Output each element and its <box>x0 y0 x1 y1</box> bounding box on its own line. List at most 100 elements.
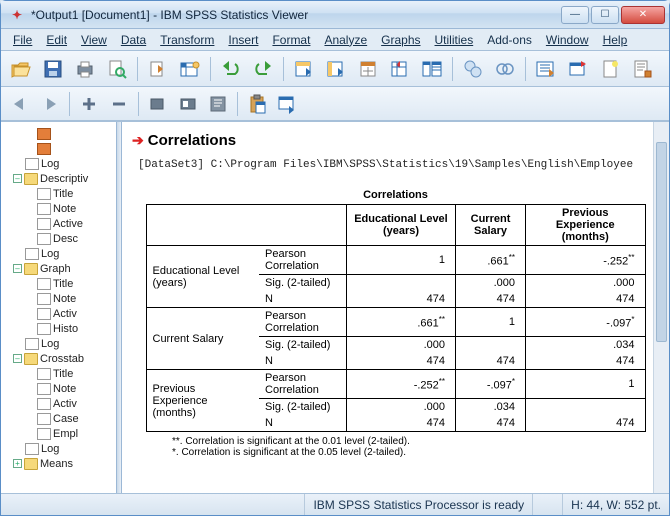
outline-label[interactable]: Activ <box>53 308 77 320</box>
export-button[interactable] <box>144 55 172 83</box>
maximize-button[interactable]: ☐ <box>591 6 619 24</box>
variables-button[interactable] <box>354 55 382 83</box>
arrow-right-icon: ➔ <box>132 132 144 148</box>
menu-format[interactable]: Format <box>266 31 316 49</box>
page-icon <box>37 398 51 410</box>
chart-icon <box>37 323 51 335</box>
app-window: ✦ *Output1 [Document1] - IBM SPSS Statis… <box>0 0 670 516</box>
cell: -.252** <box>526 246 645 275</box>
show-all-button[interactable] <box>532 55 560 83</box>
status-processor: IBM SPSS Statistics Processor is ready <box>304 494 532 515</box>
run-descriptives-button[interactable] <box>386 55 414 83</box>
cell: 474 <box>456 291 526 308</box>
page-icon <box>37 413 51 425</box>
new-button[interactable] <box>596 55 624 83</box>
row-var: Previous Experience (months) <box>146 370 259 432</box>
outline-label[interactable]: Empl <box>53 428 78 440</box>
close-button[interactable]: ✕ <box>621 6 665 24</box>
menu-view[interactable]: View <box>75 31 113 49</box>
outline-label[interactable]: Title <box>53 278 73 290</box>
folder-icon <box>24 353 38 365</box>
outline-label[interactable]: Note <box>53 293 76 305</box>
outline-label[interactable]: Activ <box>53 398 77 410</box>
collapse-button[interactable] <box>106 91 132 117</box>
print-button[interactable] <box>71 55 99 83</box>
outline-label[interactable]: Note <box>53 203 76 215</box>
menu-insert[interactable]: Insert <box>222 31 264 49</box>
outline-label[interactable]: Case <box>53 413 79 425</box>
dataset-path: [DataSet3] C:\Program Files\IBM\SPSS\Sta… <box>138 159 659 171</box>
menu-transform[interactable]: Transform <box>154 31 220 49</box>
outline-label[interactable]: Active <box>53 218 83 230</box>
menu-data[interactable]: Data <box>115 31 152 49</box>
stat-label: N <box>259 291 346 308</box>
outline-label[interactable]: Means <box>40 458 73 470</box>
outline-label[interactable]: Histo <box>53 323 78 335</box>
outline-pane[interactable]: Log – Descriptiv Title Note Active Desc L… <box>1 122 117 493</box>
nav-forward-button[interactable] <box>37 91 63 117</box>
menu-window[interactable]: Window <box>540 31 595 49</box>
page-icon <box>25 443 39 455</box>
outline-label[interactable]: Log <box>41 248 59 260</box>
outline-label[interactable]: Log <box>41 443 59 455</box>
insert-title-button[interactable] <box>175 91 201 117</box>
outline-label[interactable]: Desc <box>53 233 78 245</box>
stat-label: N <box>259 415 346 432</box>
stat-label: Sig. (2-tailed) <box>259 399 346 416</box>
undo-button[interactable] <box>217 55 245 83</box>
value-labels-button[interactable] <box>459 55 487 83</box>
menu-help[interactable]: Help <box>597 31 634 49</box>
stat-label: N <box>259 353 346 370</box>
dialog-recall-button[interactable] <box>274 91 300 117</box>
nav-back-button[interactable] <box>7 91 33 117</box>
outline-label[interactable]: Log <box>41 158 59 170</box>
row-var: Current Salary <box>146 308 259 370</box>
outline-label[interactable]: Title <box>53 368 73 380</box>
outline-label[interactable]: Graph <box>40 263 71 275</box>
page-icon <box>37 233 51 245</box>
correlations-table[interactable]: Educational Level (years) Current Salary… <box>146 204 646 432</box>
collapse-icon[interactable]: – <box>13 354 22 363</box>
expand-button[interactable] <box>76 91 102 117</box>
outline-label[interactable]: Note <box>53 383 76 395</box>
col-header: Previous Experience (months) <box>526 205 645 246</box>
outline-label[interactable]: Crosstab <box>40 353 84 365</box>
viewer-pane[interactable]: ➔Correlations [DataSet3] C:\Program File… <box>122 122 669 493</box>
use-sets-button[interactable] <box>491 55 519 83</box>
redo-button[interactable] <box>249 55 277 83</box>
insert-text-button[interactable] <box>205 91 231 117</box>
save-button[interactable] <box>39 55 67 83</box>
cell <box>456 337 526 354</box>
menu-graphs[interactable]: Graphs <box>375 31 426 49</box>
window-title: *Output1 [Document1] - IBM SPSS Statisti… <box>31 8 561 22</box>
insert-heading-button[interactable] <box>145 91 171 117</box>
outline-label[interactable]: Descriptiv <box>40 173 88 185</box>
menu-addons[interactable]: Add-ons <box>481 31 538 49</box>
minimize-button[interactable]: — <box>561 6 589 24</box>
designate-window-button[interactable] <box>564 55 592 83</box>
page-icon <box>37 293 51 305</box>
collapse-icon[interactable]: – <box>13 264 22 273</box>
menu-file[interactable]: File <box>7 31 38 49</box>
goto-case-button[interactable] <box>290 55 318 83</box>
open-button[interactable] <box>7 55 35 83</box>
print-preview-button[interactable] <box>103 55 131 83</box>
expand-icon[interactable]: + <box>13 459 22 468</box>
collapse-icon[interactable]: – <box>13 174 22 183</box>
goto-variable-button[interactable] <box>322 55 350 83</box>
folder-icon <box>24 458 38 470</box>
vertical-scrollbar[interactable] <box>653 122 669 493</box>
outline-label[interactable]: Title <box>53 188 73 200</box>
select-cases-button[interactable] <box>418 55 446 83</box>
paste-button[interactable] <box>244 91 270 117</box>
script-button[interactable] <box>628 55 656 83</box>
goto-data-button[interactable] <box>176 55 204 83</box>
menu-utilities[interactable]: Utilities <box>429 31 480 49</box>
cell: 474 <box>456 353 526 370</box>
cell: 474 <box>346 353 455 370</box>
outline-label[interactable]: Log <box>41 338 59 350</box>
menu-edit[interactable]: Edit <box>40 31 73 49</box>
status-coords: H: 44, W: 552 pt. <box>562 494 669 515</box>
menu-analyze[interactable]: Analyze <box>318 31 373 49</box>
cell: 1 <box>526 370 645 399</box>
